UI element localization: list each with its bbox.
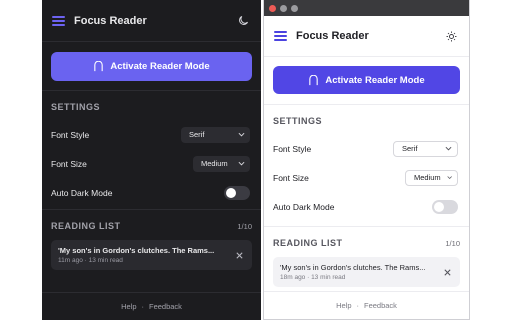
font-size-select[interactable]: Medium — [193, 155, 250, 172]
toggle-knob — [434, 201, 444, 212]
footer-separator: · — [356, 301, 360, 310]
auto-dark-row: Auto Dark Mode — [42, 178, 261, 207]
activate-reader-button[interactable]: Activate Reader Mode — [51, 52, 252, 81]
popup-dark-theme: Focus Reader Activate Reader Mode SETTIN… — [42, 0, 261, 320]
chevron-down-icon — [238, 132, 245, 137]
help-link[interactable]: Help — [336, 301, 351, 310]
help-link[interactable]: Help — [121, 302, 136, 311]
auto-dark-label: Auto Dark Mode — [51, 187, 113, 198]
chevron-down-icon — [447, 176, 452, 180]
book-icon — [94, 61, 104, 72]
font-size-row: Font Size Medium — [42, 149, 261, 178]
font-size-value: Medium — [414, 173, 441, 182]
header: Focus Reader — [264, 16, 469, 57]
zoom-window-button[interactable] — [291, 4, 298, 12]
auto-dark-row: Auto Dark Mode — [264, 192, 469, 221]
app-title: Focus Reader — [74, 14, 147, 27]
activate-section: Activate Reader Mode — [42, 42, 261, 91]
list-item-meta: 11m ago · 13 min read — [58, 257, 123, 264]
reading-list-title: READING LIST — [51, 221, 121, 231]
list-item-text: 'My son's in Gordon's clutches. The Rams… — [280, 263, 437, 281]
moon-icon[interactable] — [235, 13, 251, 29]
reading-list-header: READING LIST 1/10 — [264, 238, 469, 248]
reading-list-count: 1/10 — [237, 221, 252, 231]
font-size-label: Font Size — [51, 158, 87, 169]
font-style-value: Serif — [189, 130, 205, 139]
reading-list-title: READING LIST — [273, 238, 343, 248]
header: Focus Reader — [42, 0, 261, 42]
footer-separator: · — [141, 302, 145, 311]
auto-dark-toggle[interactable] — [224, 185, 250, 200]
footer: Help · Feedback — [264, 291, 469, 319]
reading-list-section: READING LIST 1/10 'My son's in Gordon's … — [42, 210, 261, 270]
reading-list-header: READING LIST 1/10 — [42, 221, 261, 231]
list-item-text: 'My son's in Gordon's clutches. The Rams… — [58, 246, 229, 264]
toggle-knob — [226, 187, 236, 198]
reading-list-count: 1/10 — [445, 238, 460, 248]
screenshot-stage: Focus Reader Activate Reader Mode SETTIN… — [0, 0, 512, 320]
chevron-down-icon — [445, 146, 452, 151]
app-title: Focus Reader — [296, 30, 369, 42]
list-item-title: 'My son's in Gordon's clutches. The Rams… — [58, 246, 215, 255]
list-item[interactable]: 'My son's in Gordon's clutches. The Rams… — [273, 257, 460, 287]
font-style-select[interactable]: Serif — [393, 140, 458, 157]
window-titlebar — [264, 0, 469, 16]
font-style-select[interactable]: Serif — [181, 126, 250, 143]
font-size-value: Medium — [201, 159, 228, 168]
feedback-link[interactable]: Feedback — [149, 302, 182, 311]
list-item-title: 'My son's in Gordon's clutches. The Rams… — [280, 263, 426, 272]
font-style-label: Font Style — [51, 129, 90, 140]
activate-section: Activate Reader Mode — [264, 57, 469, 105]
list-item-meta: 18m ago · 13 min read — [280, 274, 346, 281]
reading-list-section: READING LIST 1/10 'My son's in Gordon's … — [264, 227, 469, 287]
auto-dark-label: Auto Dark Mode — [273, 201, 335, 212]
list-item[interactable]: 'My son's in Gordon's clutches. The Rams… — [51, 240, 252, 270]
footer: Help · Feedback — [42, 292, 261, 320]
settings-title: SETTINGS — [273, 116, 323, 126]
font-style-value: Serif — [402, 144, 418, 153]
popup-light-theme: Focus Reader Activate Reader Mode SETTIN… — [263, 0, 470, 320]
activate-reader-button[interactable]: Activate Reader Mode — [273, 66, 460, 94]
close-icon[interactable] — [235, 251, 244, 260]
font-style-label: Font Style — [273, 143, 312, 154]
close-icon[interactable] — [443, 268, 452, 277]
font-style-row: Font Style Serif — [264, 134, 469, 163]
hamburger-icon[interactable] — [274, 31, 287, 41]
font-size-select[interactable]: Medium — [405, 169, 458, 186]
auto-dark-toggle[interactable] — [432, 199, 458, 214]
settings-title: SETTINGS — [51, 102, 101, 112]
activate-label: Activate Reader Mode — [110, 61, 210, 72]
font-size-row: Font Size Medium — [264, 163, 469, 192]
settings-section: SETTINGS Font Style Serif Font Size Medi… — [42, 91, 261, 210]
hamburger-icon[interactable] — [52, 15, 65, 26]
sun-icon[interactable] — [443, 28, 459, 44]
font-size-label: Font Size — [273, 172, 309, 183]
settings-section: SETTINGS Font Style Serif Font Size Medi… — [264, 105, 469, 227]
activate-label: Activate Reader Mode — [325, 74, 425, 86]
close-window-button[interactable] — [269, 4, 276, 12]
book-icon — [309, 74, 319, 85]
chevron-down-icon — [238, 161, 245, 166]
minimize-window-button[interactable] — [280, 4, 287, 12]
font-style-row: Font Style Serif — [42, 120, 261, 149]
feedback-link[interactable]: Feedback — [364, 301, 397, 310]
